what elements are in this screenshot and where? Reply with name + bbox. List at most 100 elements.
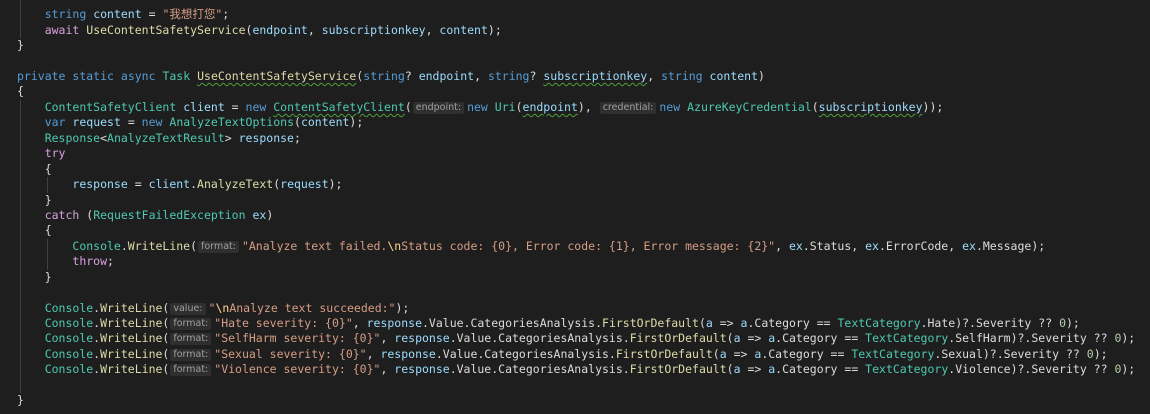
plain-code-token[interactable]: => — [741, 331, 769, 345]
string-literal-token[interactable]: "Sexual severity: {0}" — [214, 347, 366, 361]
plain-code-token[interactable]: } — [17, 270, 52, 284]
plain-code-token[interactable]: .Category == — [747, 316, 837, 330]
plain-code-token[interactable]: ? — [405, 69, 419, 83]
plain-code-token[interactable]: , — [380, 331, 394, 345]
escape-sequence-token[interactable]: \n — [215, 301, 229, 315]
string-literal-token[interactable]: "Hate severity: {0}" — [214, 316, 352, 330]
method-name-token[interactable]: WriteLine — [100, 347, 162, 361]
plain-code-token[interactable] — [488, 100, 495, 114]
code-line[interactable] — [17, 54, 1135, 69]
method-name-token[interactable]: UseContentSafetyService — [197, 69, 356, 83]
string-literal-token[interactable]: Analyze text succeeded:" — [229, 301, 395, 315]
code-line[interactable]: Console.WriteLine(format: "Sexual severit… — [17, 347, 1135, 362]
keyword-token[interactable]: new — [142, 115, 163, 129]
plain-code-token[interactable]: , — [426, 23, 440, 37]
type-name-token[interactable]: ContentSafetyClient — [45, 100, 177, 114]
keyword-token[interactable]: string — [45, 7, 87, 21]
keyword-token[interactable]: async — [121, 69, 156, 83]
code-line[interactable]: response = client.AnalyzeText(request); — [17, 177, 1135, 192]
identifier-token[interactable]: request — [72, 115, 120, 129]
type-name-token[interactable]: Console — [72, 239, 120, 253]
method-name-token[interactable]: FirstOrDefault — [630, 331, 727, 345]
plain-code-token[interactable]: ( — [162, 316, 169, 330]
identifier-token[interactable]: client — [149, 177, 191, 191]
plain-code-token[interactable]: . — [190, 177, 197, 191]
plain-code-token[interactable]: < — [100, 131, 107, 145]
plain-code-token[interactable]: => — [727, 347, 755, 361]
code-line[interactable]: await UseContentSafetyService(endpoint, … — [17, 23, 1135, 38]
plain-code-token[interactable]: .Value.CategoriesAnalysis. — [450, 331, 630, 345]
plain-code-token[interactable]: ); — [488, 23, 502, 37]
number-literal-token[interactable]: 0 — [1087, 347, 1094, 361]
plain-code-token[interactable]: ); — [1121, 331, 1135, 345]
plain-code-token[interactable]: .Value.CategoriesAnalysis. — [436, 347, 616, 361]
identifier-token[interactable]: content — [439, 23, 487, 37]
identifier-token[interactable]: ex — [789, 239, 803, 253]
identifier-token[interactable]: content — [710, 69, 758, 83]
type-name-token[interactable]: RequestFailedException — [93, 208, 245, 222]
plain-code-token[interactable] — [17, 23, 45, 37]
code-line[interactable]: { — [17, 84, 1135, 99]
plain-code-token[interactable] — [17, 254, 72, 268]
plain-code-token[interactable] — [703, 69, 710, 83]
identifier-token[interactable]: a — [720, 347, 727, 361]
identifier-token[interactable]: subscriptionkey — [543, 69, 647, 83]
code-line[interactable]: } — [17, 193, 1135, 208]
plain-code-token[interactable]: ); — [1094, 347, 1108, 361]
type-name-token[interactable]: AnalyzeTextResult — [107, 131, 225, 145]
type-name-token[interactable]: Response — [45, 131, 100, 145]
plain-code-token[interactable]: ( — [713, 347, 720, 361]
type-name-token[interactable]: Uri — [495, 100, 516, 114]
plain-code-token[interactable]: .Category == — [761, 347, 851, 361]
plain-code-token[interactable]: } — [17, 393, 24, 407]
identifier-token[interactable]: a — [734, 362, 741, 376]
control-keyword-token[interactable]: throw — [72, 254, 107, 268]
plain-code-token[interactable]: ; — [294, 131, 301, 145]
code-line[interactable]: var request = new AnalyzeTextOptions(con… — [17, 115, 1135, 130]
plain-code-token[interactable]: , — [353, 316, 367, 330]
method-name-token[interactable]: WriteLine — [100, 316, 162, 330]
plain-code-token[interactable] — [17, 177, 72, 191]
code-text-area[interactable]: string content = "我想打您"; await UseConten… — [17, 7, 1135, 408]
string-literal-token[interactable]: "Analyze text failed. — [242, 239, 387, 253]
identifier-token[interactable]: response — [394, 331, 449, 345]
plain-code-token[interactable] — [17, 301, 45, 315]
plain-code-token[interactable]: .Category == — [775, 331, 865, 345]
plain-code-token[interactable] — [17, 347, 45, 361]
identifier-token[interactable]: endpoint — [523, 100, 578, 114]
plain-code-token[interactable]: .Message); — [976, 239, 1045, 253]
type-name-token[interactable]: TextCategory — [851, 347, 934, 361]
plain-code-token[interactable]: .Value.CategoriesAnalysis. — [450, 362, 630, 376]
control-keyword-token[interactable]: try — [45, 146, 66, 160]
number-literal-token[interactable]: 0 — [1059, 316, 1066, 330]
code-line[interactable]: Console.WriteLine(value: "\nAnalyze text … — [17, 301, 1135, 316]
keyword-token[interactable]: new — [659, 100, 680, 114]
plain-code-token[interactable]: .Status, — [803, 239, 865, 253]
code-line[interactable]: { — [17, 223, 1135, 238]
plain-code-token[interactable]: ( — [162, 331, 169, 345]
identifier-token[interactable]: response — [239, 131, 294, 145]
plain-code-token[interactable]: ( — [727, 362, 734, 376]
method-name-token[interactable]: WriteLine — [100, 331, 162, 345]
string-literal-token[interactable]: Status code: {0}, Error code: {1}, Error… — [401, 239, 775, 253]
identifier-token[interactable]: ex — [865, 239, 879, 253]
code-line[interactable]: catch (RequestFailedException ex) — [17, 208, 1135, 223]
string-literal-token[interactable]: "SelfHarm severity: {0}" — [214, 331, 380, 345]
identifier-token[interactable]: ex — [252, 208, 266, 222]
keyword-token[interactable]: static — [72, 69, 114, 83]
plain-code-token[interactable]: = — [121, 115, 142, 129]
plain-code-token[interactable]: ( — [812, 100, 819, 114]
plain-code-token[interactable]: .Sexual)?.Severity ?? — [934, 347, 1086, 361]
keyword-token[interactable]: new — [467, 100, 488, 114]
keyword-token[interactable]: var — [45, 115, 66, 129]
identifier-token[interactable]: response — [72, 177, 127, 191]
identifier-token[interactable]: subscriptionkey — [819, 100, 923, 114]
plain-code-token[interactable]: { — [17, 162, 52, 176]
string-literal-token[interactable]: "Violence severity: {0}" — [214, 362, 380, 376]
identifier-token[interactable]: endpoint — [419, 69, 474, 83]
identifier-token[interactable]: a — [734, 331, 741, 345]
code-line[interactable]: } — [17, 38, 1135, 53]
method-name-token[interactable]: UseContentSafetyService — [86, 23, 245, 37]
code-line[interactable]: Console.WriteLine(format: "Hate severity:… — [17, 316, 1135, 331]
code-line[interactable]: { — [17, 162, 1135, 177]
